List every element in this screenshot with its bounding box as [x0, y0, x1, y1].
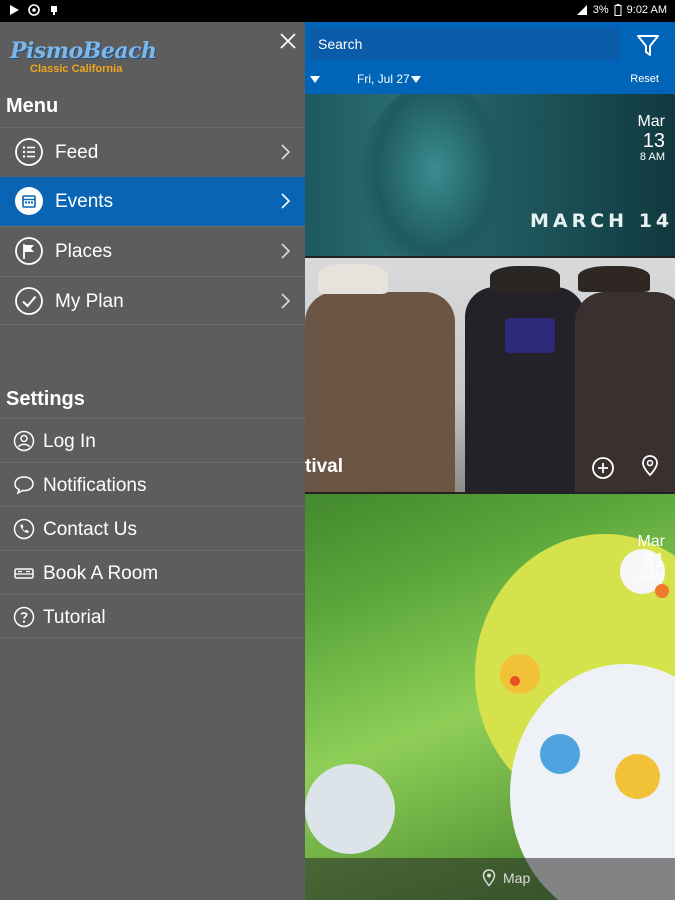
event-time: 8 AM — [639, 150, 665, 163]
reset-button[interactable]: Reset — [630, 73, 659, 85]
status-left-icons — [8, 4, 60, 16]
settings-item-log-in[interactable]: Log In — [0, 418, 305, 462]
status-bar: 3% 9:02 AM — [0, 0, 675, 22]
date-dropdown-arrow-icon[interactable] — [411, 76, 421, 83]
event-day: 13 — [642, 129, 665, 152]
bed-icon — [14, 568, 34, 579]
battery-percent: 3% — [592, 4, 609, 16]
flag-icon — [15, 237, 43, 265]
settings-item-label: Tutorial — [43, 607, 106, 628]
add-to-plan-icon[interactable] — [591, 456, 615, 480]
menu-item-label: Places — [55, 241, 113, 262]
date-filter-label[interactable]: Fri, Jul 27 — [357, 72, 410, 86]
event-day: 31 — [642, 549, 665, 572]
question-icon — [13, 606, 35, 628]
dropdown-arrow-icon[interactable] — [310, 76, 320, 83]
settings-item-tutorial[interactable]: Tutorial — [0, 594, 305, 638]
menu-item-events[interactable]: Events — [0, 177, 305, 226]
event-month: Mar — [637, 533, 665, 550]
event-image — [360, 94, 510, 256]
settings-item-label: Book A Room — [43, 563, 159, 584]
chevron-right-icon — [281, 193, 291, 209]
settings-gear-icon — [28, 4, 40, 16]
search-input[interactable]: Search — [310, 28, 620, 60]
play-store-icon — [10, 5, 19, 15]
notification-icon — [51, 6, 57, 15]
chevron-right-icon — [281, 293, 291, 309]
chevron-right-icon — [281, 243, 291, 259]
event-month: Mar — [637, 113, 665, 130]
status-right: 3% 9:02 AM — [576, 4, 667, 16]
map-pin-icon[interactable] — [638, 454, 662, 478]
checkmark-icon — [15, 287, 43, 315]
logo-title: PismoBeach — [10, 38, 157, 64]
map-tab-label[interactable]: Map — [503, 870, 530, 886]
logo-subtitle: Classic California — [30, 63, 123, 75]
event-date-badge: Mar 13 8 AM — [637, 113, 665, 163]
settings-section-title: Settings — [6, 388, 85, 410]
menu-item-label: Feed — [55, 142, 99, 163]
calendar-icon — [15, 187, 43, 215]
menu-item-my-plan[interactable]: My Plan — [0, 276, 305, 325]
settings-item-label: Log In — [43, 431, 96, 452]
list-icon — [15, 138, 43, 166]
date-filter-row: Fri, Jul 27 Reset — [305, 66, 675, 92]
chevron-right-icon — [281, 144, 291, 160]
close-icon[interactable] — [278, 31, 298, 51]
navigation-drawer: PismoBeach Classic California Menu Feed … — [0, 22, 305, 900]
event-title: tival — [305, 456, 344, 477]
settings-item-label: Contact Us — [43, 519, 137, 540]
filter-icon[interactable] — [630, 30, 666, 60]
map-icon[interactable] — [481, 869, 497, 887]
clock: 9:02 AM — [626, 4, 667, 16]
event-date-badge: Mar 31 10 AM — [633, 533, 665, 583]
settings-item-book-a-room[interactable]: Book A Room — [0, 550, 305, 594]
event-time: 10 AM — [633, 570, 665, 583]
settings-item-label: Notifications — [43, 475, 147, 496]
event-banner-text: MARCH 14 — [530, 210, 674, 232]
menu-item-label: Events — [55, 191, 114, 212]
menu-item-feed[interactable]: Feed — [0, 127, 305, 176]
menu-item-label: My Plan — [55, 291, 124, 312]
settings-item-contact-us[interactable]: Contact Us — [0, 506, 305, 550]
menu-item-places[interactable]: Places — [0, 226, 305, 275]
bottom-bar: Map — [305, 858, 675, 900]
user-icon — [13, 430, 35, 452]
app-logo: PismoBeach Classic California — [10, 38, 157, 78]
menu-section-title: Menu — [6, 95, 59, 117]
phone-icon — [13, 518, 35, 540]
chat-bubble-icon — [14, 476, 34, 495]
battery-icon — [614, 4, 622, 16]
signal-icon — [576, 5, 587, 15]
search-placeholder: Search — [318, 36, 363, 52]
settings-item-notifications[interactable]: Notifications — [0, 462, 305, 506]
